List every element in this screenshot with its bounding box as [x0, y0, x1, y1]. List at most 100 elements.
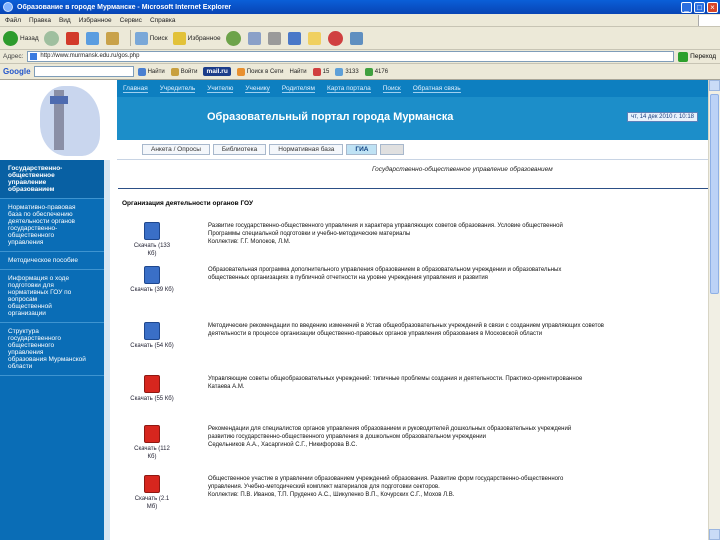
close-button[interactable]: × — [707, 1, 718, 13]
back-arrow-icon — [3, 30, 18, 46]
go-arrow-icon — [678, 51, 689, 62]
address-input[interactable]: http://www.murmansk.edu.ru/gos.php — [27, 51, 675, 62]
mailru-search[interactable]: Поиск в Сети — [236, 67, 284, 76]
menu-file[interactable]: Файл — [5, 17, 21, 24]
back-label: Назад — [20, 34, 39, 42]
mailru-find-label: Найти — [289, 68, 307, 75]
favorites-label: Избранное — [187, 34, 221, 42]
nav-feedback[interactable]: Обратная связь — [412, 85, 461, 93]
search-button[interactable]: Поиск — [134, 31, 168, 45]
mail-count-icon — [312, 67, 321, 76]
pdf-doc-icon[interactable] — [144, 475, 160, 493]
download-link[interactable]: Скачать (2.1 Мб) — [130, 495, 174, 511]
maximize-button[interactable]: □ — [694, 1, 705, 13]
google-signin-button[interactable]: Войти — [170, 67, 198, 76]
google-find-button[interactable]: Найти — [137, 67, 165, 76]
tab-animated-banner[interactable] — [380, 144, 405, 155]
messenger-button[interactable] — [327, 30, 345, 46]
history-icon — [225, 30, 241, 46]
mail-icon — [247, 31, 261, 45]
folder-button[interactable] — [307, 31, 323, 45]
current-date: чт, 14 дек 2010 г. 10:18 — [627, 112, 698, 122]
web-page: Главная Учредитель Учителю Ученику Родит… — [0, 80, 708, 540]
download-link[interactable]: Скачать (112 Кб) — [130, 445, 174, 461]
nav-teacher[interactable]: Учителю — [207, 85, 234, 93]
back-button[interactable]: Назад — [3, 30, 39, 46]
research-button[interactable] — [349, 31, 365, 45]
mail-count[interactable]: 15 — [312, 67, 330, 76]
word-doc-icon[interactable] — [144, 222, 160, 240]
edit-button[interactable] — [287, 31, 303, 45]
home-button[interactable] — [105, 31, 121, 45]
currency-widget[interactable]: 4176 — [364, 67, 388, 76]
mail-button[interactable] — [247, 31, 263, 45]
scroll-thumb[interactable] — [710, 94, 719, 294]
forward-button[interactable] — [43, 30, 61, 46]
stop-button[interactable] — [65, 31, 81, 45]
print-button[interactable] — [267, 31, 283, 45]
divider — [118, 188, 708, 189]
pdf-doc-icon[interactable] — [144, 425, 160, 443]
site-logo[interactable] — [0, 80, 117, 160]
minimize-button[interactable]: _ — [681, 1, 692, 13]
nav-student[interactable]: Ученику — [245, 85, 270, 93]
nav-home[interactable]: Главная — [123, 85, 148, 93]
go-button[interactable]: Переход — [678, 51, 716, 62]
weather-icon — [335, 67, 344, 76]
download-link[interactable]: Скачать (54 Кб) — [130, 342, 174, 350]
download-link[interactable]: Скачать (55 Кб) — [130, 395, 174, 403]
address-url: http://www.murmansk.edu.ru/gos.php — [40, 53, 140, 59]
print-icon — [267, 31, 281, 45]
nav-founder[interactable]: Учредитель — [159, 85, 196, 93]
refresh-button[interactable] — [85, 31, 101, 45]
mailru-find-button[interactable]: Найти — [290, 69, 307, 75]
document-description: Управляющие советы общеобразовательных у… — [208, 376, 583, 390]
word-doc-icon[interactable] — [144, 322, 160, 340]
favorites-button[interactable]: Избранное — [172, 31, 221, 45]
star-icon — [172, 31, 186, 45]
site-nav: Главная Учредитель Учителю Ученику Родит… — [117, 80, 708, 97]
nav-search[interactable]: Поиск — [382, 85, 401, 93]
ie-logo-icon — [3, 2, 13, 12]
scroll-up-arrow[interactable] — [709, 80, 720, 91]
tab-library[interactable]: Библиотека — [212, 144, 267, 155]
document-description: Развитие государственно-общественного уп… — [208, 223, 563, 245]
sidebar-item-regulatory-base[interactable]: Нормативно-правовая база по обеспечению … — [0, 199, 104, 252]
vertical-scrollbar[interactable] — [708, 80, 720, 540]
weather-widget[interactable]: 3133 — [335, 67, 359, 76]
menu-edit[interactable]: Правка — [29, 17, 51, 24]
word-doc-icon[interactable] — [144, 266, 160, 284]
page-subheading: Государственно-общественное управление о… — [372, 166, 553, 173]
sidebar-item-gou[interactable]: Государственно- общественное управление … — [0, 160, 104, 199]
nav-sitemap[interactable]: Карта портала — [326, 85, 371, 93]
sidebar-item-info[interactable]: Информация о ходе подготовки для нормати… — [0, 270, 104, 323]
menu-view[interactable]: Вид — [59, 17, 71, 24]
menu-tools[interactable]: Сервис — [120, 17, 142, 24]
sidebar-item-structure[interactable]: Структура государственного общественного… — [0, 323, 104, 376]
menu-favorites[interactable]: Избранное — [79, 17, 112, 24]
messenger-icon — [327, 30, 343, 46]
go-label: Переход — [690, 53, 716, 60]
google-search-input[interactable] — [33, 66, 134, 77]
google-signin-label: Войти — [180, 68, 198, 75]
menu-help[interactable]: Справка — [150, 17, 176, 24]
sidebar-item-methodical-guide[interactable]: Методическое пособие — [0, 252, 104, 270]
window-title-bar[interactable]: Образование в городе Мурманске - Microso… — [0, 0, 720, 14]
tab-regulations[interactable]: Нормативная база — [269, 144, 344, 155]
tab-gia[interactable]: ГИА — [346, 144, 378, 155]
section-heading: Организация деятельности органов ГОУ — [122, 200, 253, 207]
research-icon — [349, 31, 363, 45]
mailru-logo[interactable]: mail.ru — [203, 67, 231, 76]
logo-flag-shape — [50, 96, 68, 104]
document-description: Образовательная программа дополнительног… — [208, 267, 562, 281]
download-link[interactable]: Скачать (133 Кб) — [130, 242, 174, 258]
toolbar-separator — [129, 30, 131, 46]
download-link[interactable]: Скачать (39 Кб) — [130, 286, 174, 294]
nav-parents[interactable]: Родителям — [281, 85, 315, 93]
tab-survey[interactable]: Анкета / Опросы — [142, 144, 210, 155]
menu-bar: Файл Правка Вид Избранное Сервис Справка — [0, 14, 720, 27]
history-button[interactable] — [225, 30, 243, 46]
mail-count-value: 15 — [322, 68, 330, 75]
scroll-down-arrow[interactable] — [709, 529, 720, 540]
pdf-doc-icon[interactable] — [144, 375, 160, 393]
